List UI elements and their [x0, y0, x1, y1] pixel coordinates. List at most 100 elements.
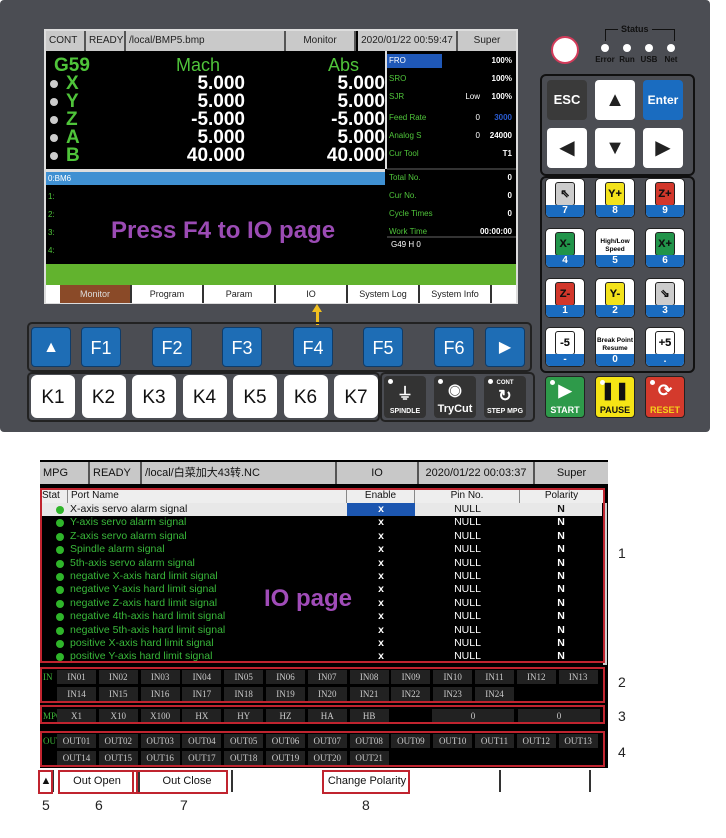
- info-value: 0: [507, 209, 512, 218]
- num-key-.[interactable]: +5.: [645, 327, 685, 367]
- info-label: Analog S: [389, 131, 422, 140]
- num-key-8[interactable]: Y+ 8: [595, 178, 635, 218]
- num-key-1[interactable]: Z- 1: [545, 278, 585, 318]
- k5-key[interactable]: K5: [233, 375, 277, 418]
- enter-key[interactable]: Enter: [643, 80, 683, 120]
- f4-key[interactable]: F4: [293, 327, 333, 367]
- key-text: Break Point Resume: [596, 337, 634, 352]
- jog-arrow-icon: X+: [655, 232, 675, 256]
- page-name: IO: [337, 462, 419, 484]
- up-key[interactable]: ▲: [595, 80, 635, 120]
- esc-key[interactable]: ESC: [547, 80, 587, 120]
- f5-key[interactable]: F5: [363, 327, 403, 367]
- num-key-7[interactable]: ⇖ 7: [545, 178, 585, 218]
- jog-arrow-icon: +5: [655, 331, 675, 355]
- key-led-icon: [35, 378, 40, 383]
- key-number: 0: [596, 354, 634, 366]
- user-level: Super: [458, 31, 516, 51]
- k7-key[interactable]: K7: [334, 375, 378, 418]
- key-label: K3: [142, 387, 166, 408]
- info-sjr: SJR Low 100%: [387, 90, 516, 104]
- key-label: K7: [344, 387, 368, 408]
- num-key--[interactable]: -5-: [545, 327, 585, 367]
- empty-softkey[interactable]: [503, 770, 591, 792]
- f3-key[interactable]: F3: [222, 327, 262, 367]
- f6-key[interactable]: F6: [434, 327, 474, 367]
- info-label: Cur No.: [389, 191, 417, 200]
- status-led-label: Run: [619, 55, 635, 64]
- gcode-state: G49 H 0: [391, 240, 421, 249]
- k2-key[interactable]: K2: [81, 375, 126, 418]
- jog-arrow-icon: X-: [555, 232, 575, 256]
- info-extra: Low: [465, 92, 480, 101]
- key-number: 4: [546, 255, 584, 267]
- info-value: 100%: [491, 92, 512, 101]
- tab-system-info[interactable]: System Info: [420, 285, 492, 303]
- key-number: 1: [546, 305, 584, 317]
- annotation-box-7: [132, 770, 228, 794]
- info-label: FRO: [389, 56, 406, 65]
- info-extra: 0: [475, 131, 480, 140]
- num-key-4[interactable]: X- 4: [545, 228, 585, 268]
- tab-param[interactable]: Param: [204, 285, 276, 303]
- spindle-key[interactable]: ⏚ SPINDLE: [384, 376, 426, 418]
- annotation-box-8: [322, 770, 410, 794]
- trycut-key[interactable]: ◉ TryCut: [434, 376, 476, 418]
- page-up-key[interactable]: ▲: [31, 327, 71, 367]
- down-key[interactable]: ▼: [595, 128, 635, 168]
- info-value: 0: [507, 191, 512, 200]
- power-button[interactable]: [551, 36, 579, 64]
- num-key-6[interactable]: X+ 6: [645, 228, 685, 268]
- key-led-icon: [287, 378, 293, 383]
- jog-arrow-icon: Y-: [605, 282, 625, 306]
- key-number: 8: [596, 205, 634, 217]
- info-analog-s: Analog S 0 24000: [387, 129, 516, 143]
- axis-home-icon: [50, 98, 58, 106]
- mach-value: 40.000: [186, 145, 245, 166]
- left-key[interactable]: ◀: [547, 128, 587, 168]
- right-key[interactable]: ▶: [643, 128, 683, 168]
- program-line[interactable]: 0:BM6: [48, 174, 71, 183]
- instruction-overlay: Press F4 to IO page: [111, 217, 336, 244]
- step-mpg-key[interactable]: CONT ↻ STEP MPG: [484, 376, 526, 418]
- info-fro: FRO 100%: [387, 54, 516, 68]
- program-line[interactable]: 2:: [48, 210, 55, 219]
- start-key[interactable]: ▶ START: [545, 376, 585, 418]
- tab-io[interactable]: IO: [276, 285, 348, 303]
- annotation-8: 8: [362, 797, 370, 813]
- axis-home-icon: [50, 116, 58, 124]
- info-label: Total No.: [389, 173, 421, 182]
- f1-key[interactable]: F1: [81, 327, 121, 367]
- program-line[interactable]: 1:: [48, 192, 55, 201]
- k1-key[interactable]: K1: [31, 375, 75, 418]
- key-label: START: [550, 405, 580, 415]
- info-value: 0: [507, 173, 512, 182]
- abs-value: 40.000: [326, 145, 385, 166]
- program-line[interactable]: 3:: [48, 228, 55, 237]
- key-number: 5: [596, 255, 634, 267]
- tab-program[interactable]: Program: [132, 285, 204, 303]
- reset-key[interactable]: ⟳ RESET: [645, 376, 685, 418]
- k6-key[interactable]: K6: [283, 375, 328, 418]
- program-line[interactable]: 4:: [48, 246, 55, 255]
- pause-key[interactable]: ❚❚ PAUSE: [595, 376, 635, 418]
- key-led-icon: [237, 378, 242, 383]
- tab-system-log[interactable]: System Log: [348, 285, 420, 303]
- key-label: K4: [192, 387, 217, 408]
- tab-monitor[interactable]: Monitor: [60, 285, 132, 303]
- k3-key[interactable]: K3: [132, 375, 176, 418]
- datetime: 2020/01/22 00:03:37: [419, 462, 535, 484]
- jog-arrow-icon: ⇘: [655, 282, 675, 306]
- page-right-key[interactable]: ▶: [485, 327, 525, 367]
- jog-arrow-icon: -5: [555, 331, 575, 355]
- k4-key[interactable]: K4: [182, 375, 227, 418]
- status-led-error: [601, 44, 609, 52]
- num-key-2[interactable]: Y- 2: [595, 278, 635, 318]
- status-led-usb: [645, 44, 653, 52]
- num-key-0[interactable]: Break Point Resume 0: [595, 327, 635, 367]
- num-key-5[interactable]: High/Low Speed 5: [595, 228, 635, 268]
- key-number: .: [646, 354, 684, 366]
- f2-key[interactable]: F2: [152, 327, 192, 367]
- num-key-9[interactable]: Z+ 9: [645, 178, 685, 218]
- num-key-3[interactable]: ⇘ 3: [645, 278, 685, 318]
